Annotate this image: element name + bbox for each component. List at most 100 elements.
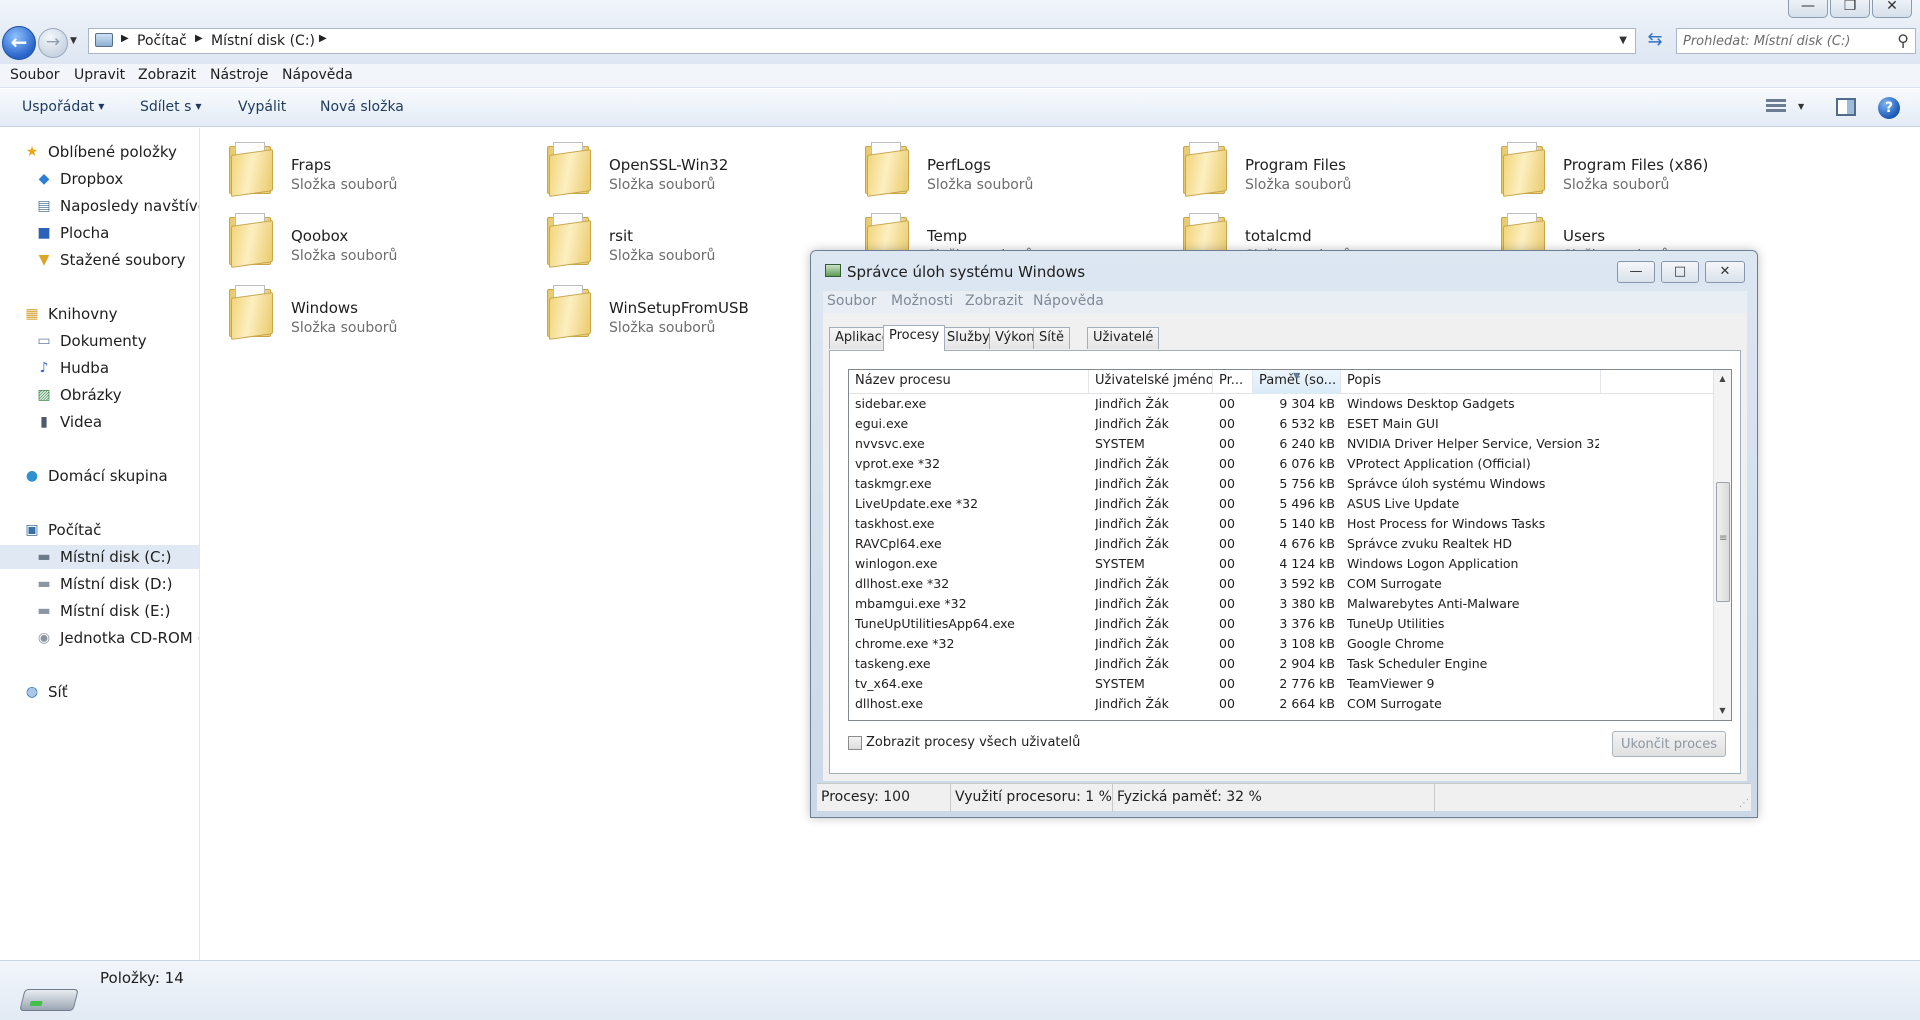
- organize-button[interactable]: Uspořádat ▼: [22, 99, 104, 115]
- nav-desktop[interactable]: ■ Plocha: [0, 221, 199, 245]
- column-user-name[interactable]: Uživatelské jméno: [1089, 370, 1213, 394]
- process-row[interactable]: tv_x64.exe SYSTEM 00 2 776 kB TeamViewer 9: [849, 674, 1715, 694]
- column-description[interactable]: Popis: [1341, 370, 1601, 394]
- process-row[interactable]: dllhost.exe *32 Jindřich Žák 00 3 592 kB COM…: [849, 574, 1715, 594]
- address-dropdown-icon[interactable]: ▼: [1619, 35, 1627, 46]
- nav-disk-d[interactable]: ▬ Místní disk (D:): [0, 572, 199, 596]
- menu-options[interactable]: Možnosti: [891, 293, 953, 309]
- nav-recent-places[interactable]: ▤ Naposledy navštívené: [0, 194, 199, 218]
- process-row[interactable]: chrome.exe *32 Jindřich Žák 00 3 108 kB Goog…: [849, 634, 1715, 654]
- folder-item[interactable]: rsit Složka souborů: [519, 207, 819, 268]
- folder-item[interactable]: Qoobox Složka souborů: [201, 207, 501, 268]
- menu-file[interactable]: Soubor: [10, 67, 60, 83]
- search-box[interactable]: ⚲: [1676, 28, 1916, 54]
- chevron-right-icon[interactable]: ▶: [195, 33, 203, 44]
- tab-users[interactable]: Uživatelé: [1087, 327, 1160, 349]
- refresh-icon[interactable]: ⇆: [1640, 28, 1670, 54]
- column-cpu[interactable]: Pr...: [1213, 370, 1253, 394]
- breadcrumb-computer[interactable]: Počítač: [137, 33, 187, 49]
- process-row[interactable]: sidebar.exe Jindřich Žák 00 9 304 kB Windows…: [849, 394, 1715, 414]
- breadcrumb-disk-c[interactable]: Místní disk (C:): [211, 33, 315, 49]
- menu-help[interactable]: Nápověda: [1033, 293, 1104, 309]
- close-button[interactable]: ✕: [1872, 0, 1912, 18]
- nav-network[interactable]: ◍ Síť: [0, 680, 199, 704]
- tab-services[interactable]: Služby: [941, 327, 996, 349]
- nav-music[interactable]: ♪ Hudba: [0, 356, 199, 380]
- nav-favorites[interactable]: ★ Oblíbené položky: [0, 140, 199, 164]
- end-process-button[interactable]: Ukončit proces: [1612, 731, 1726, 757]
- scrollbar-thumb[interactable]: [1716, 482, 1730, 602]
- nav-downloads[interactable]: ▼ Stažené soubory: [0, 248, 199, 272]
- process-row[interactable]: taskmgr.exe Jindřich Žák 00 5 756 kB Správce…: [849, 474, 1715, 494]
- nav-videos[interactable]: ▮ Videa: [0, 410, 199, 434]
- process-description: COM Surrogate: [1347, 696, 1442, 711]
- folder-item[interactable]: Windows Složka souborů: [201, 279, 501, 340]
- nav-libraries[interactable]: ▦ Knihovny: [0, 302, 199, 326]
- resize-grip-icon[interactable]: ⋰: [1739, 798, 1749, 809]
- process-row[interactable]: nvvsvc.exe SYSTEM 00 6 240 kB NVIDIA Driver …: [849, 434, 1715, 454]
- search-input[interactable]: [1683, 32, 1883, 50]
- process-row[interactable]: TuneUpUtilitiesApp64.exe Jindřich Žák 00 3 …: [849, 614, 1715, 634]
- process-row[interactable]: egui.exe Jindřich Žák 00 6 532 kB ESET Main …: [849, 414, 1715, 434]
- chevron-right-icon[interactable]: ▶: [319, 33, 327, 44]
- share-button[interactable]: Sdílet s ▼: [140, 99, 202, 115]
- show-all-users-checkbox[interactable]: [848, 736, 862, 750]
- show-all-users-label[interactable]: Zobrazit procesy všech uživatelů: [866, 735, 1080, 750]
- menu-view[interactable]: Zobrazit: [965, 293, 1023, 309]
- back-button[interactable]: ←: [2, 26, 36, 60]
- nav-cdrom[interactable]: ◉ Jednotka CD-ROM (G: [0, 626, 199, 650]
- nav-computer[interactable]: ▣ Počítač: [0, 518, 199, 542]
- process-row[interactable]: taskeng.exe Jindřich Žák 00 2 904 kB Task Sc…: [849, 654, 1715, 674]
- minimize-button[interactable]: —: [1788, 0, 1828, 18]
- menu-tools[interactable]: Nástroje: [210, 67, 268, 83]
- chevron-down-icon[interactable]: ▼: [1798, 102, 1804, 111]
- search-icon[interactable]: ⚲: [1897, 31, 1909, 50]
- vertical-scrollbar[interactable]: ▲ ▼: [1713, 370, 1731, 720]
- recent-pages-dropdown-icon[interactable]: ▼: [70, 36, 77, 46]
- nav-documents[interactable]: ▭ Dokumenty: [0, 329, 199, 353]
- folder-item[interactable]: Program Files (x86) Složka souborů: [1473, 136, 1773, 197]
- preview-pane-icon[interactable]: [1836, 98, 1856, 116]
- folder-item[interactable]: WinSetupFromUSB Složka souborů: [519, 279, 819, 340]
- menu-view[interactable]: Zobrazit: [138, 67, 196, 83]
- process-list[interactable]: Název procesu Uživatelské jméno Pr... ▼ P…: [848, 369, 1732, 721]
- tab-networking[interactable]: Sítě: [1033, 327, 1070, 349]
- folder-item[interactable]: OpenSSL-Win32 Složka souborů: [519, 136, 819, 197]
- chevron-right-icon[interactable]: ▶: [121, 33, 129, 44]
- menu-help[interactable]: Nápověda: [282, 67, 353, 83]
- process-row[interactable]: taskhost.exe Jindřich Žák 00 5 140 kB Host P…: [849, 514, 1715, 534]
- nav-dropbox[interactable]: ◆ Dropbox: [0, 167, 199, 191]
- nav-homegroup[interactable]: ● Domácí skupina: [0, 464, 199, 488]
- menu-bar: Soubor Upravit Zobrazit Nástroje Nápověd…: [0, 64, 1920, 88]
- nav-disk-c[interactable]: ▬ Místní disk (C:): [0, 545, 199, 569]
- process-row[interactable]: dllhost.exe Jindřich Žák 00 2 664 kB COM Sur…: [849, 694, 1715, 714]
- address-bar[interactable]: ▶ Počítač ▶ Místní disk (C:) ▶ ▼: [88, 28, 1636, 54]
- process-user: Jindřich Žák: [1095, 396, 1169, 411]
- folder-item[interactable]: PerfLogs Složka souborů: [837, 136, 1137, 197]
- process-row[interactable]: winlogon.exe SYSTEM 00 4 124 kB Windows Logo…: [849, 554, 1715, 574]
- process-row[interactable]: RAVCpl64.exe Jindřich Žák 00 4 676 kB Správc…: [849, 534, 1715, 554]
- scroll-down-icon[interactable]: ▼: [1714, 702, 1731, 720]
- nav-disk-e[interactable]: ▬ Místní disk (E:): [0, 599, 199, 623]
- process-row[interactable]: LiveUpdate.exe *32 Jindřich Žák 00 5 496 kB…: [849, 494, 1715, 514]
- help-icon[interactable]: ?: [1878, 97, 1900, 119]
- scroll-up-icon[interactable]: ▲: [1714, 370, 1731, 388]
- folder-item[interactable]: Fraps Složka souborů: [201, 136, 501, 197]
- maximize-button[interactable]: □: [1661, 261, 1699, 283]
- menu-file[interactable]: Soubor: [827, 293, 877, 309]
- menu-edit[interactable]: Upravit: [74, 67, 125, 83]
- column-image-name[interactable]: Název procesu: [849, 370, 1089, 394]
- process-row[interactable]: vprot.exe *32 Jindřich Žák 00 6 076 kB VProt…: [849, 454, 1715, 474]
- change-view-icon[interactable]: [1766, 99, 1786, 117]
- column-memory[interactable]: ▼ Paměť (so...: [1253, 370, 1341, 394]
- nav-pictures[interactable]: ▨ Obrázky: [0, 383, 199, 407]
- close-button[interactable]: ✕: [1705, 261, 1745, 283]
- new-folder-button[interactable]: Nová složka: [320, 99, 404, 115]
- minimize-button[interactable]: —: [1617, 261, 1655, 283]
- tab-processes[interactable]: Procesy: [883, 325, 946, 351]
- burn-button[interactable]: Vypálit: [238, 99, 286, 115]
- folder-item[interactable]: Program Files Složka souborů: [1155, 136, 1455, 197]
- forward-button[interactable]: →: [38, 28, 68, 58]
- process-row[interactable]: mbamgui.exe *32 Jindřich Žák 00 3 380 kB Mal…: [849, 594, 1715, 614]
- restore-button[interactable]: ❐: [1830, 0, 1870, 18]
